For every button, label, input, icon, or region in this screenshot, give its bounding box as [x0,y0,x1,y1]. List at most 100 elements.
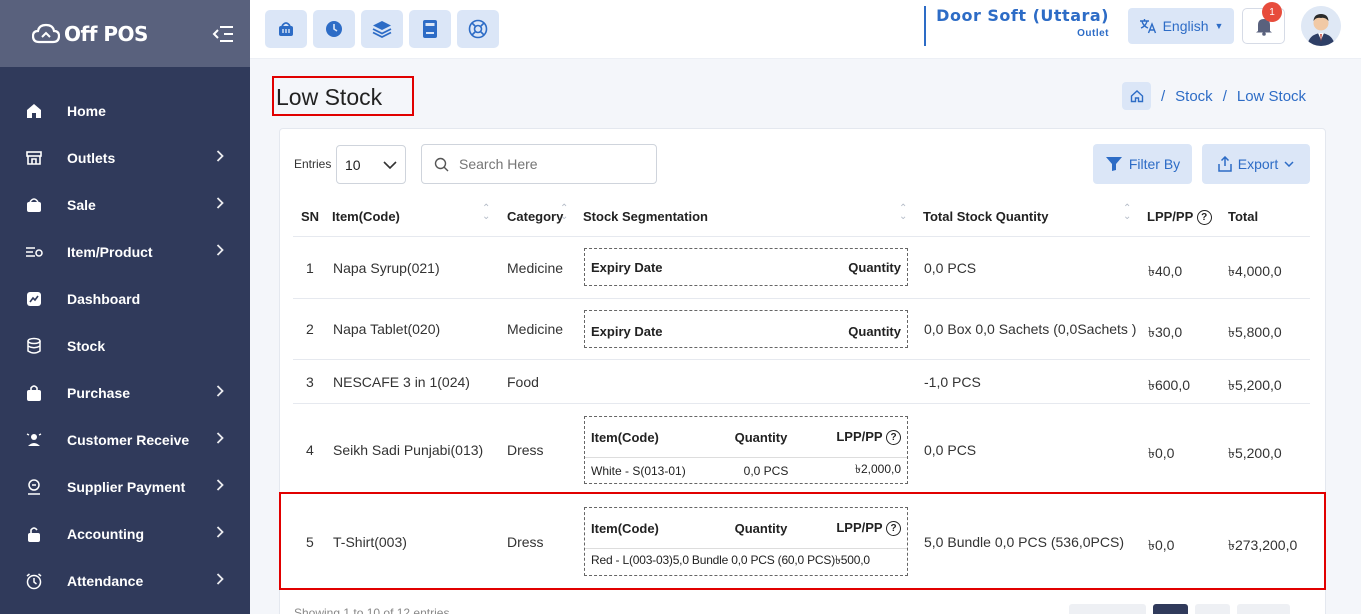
filter-label: Filter By [1128,156,1181,172]
language-dropdown[interactable]: English ▼ [1128,8,1234,44]
column-header-sn[interactable]: SN [301,209,319,224]
sidebar-item-home[interactable]: Home [0,87,250,134]
seg-header-quantity: Quantity [848,259,901,275]
brand-logo[interactable]: Off POS [32,22,148,46]
sidebar-item-supplier-payment[interactable]: Supplier Payment [0,463,250,510]
export-button[interactable]: Export [1202,144,1310,184]
history-quick-button[interactable] [313,10,355,48]
row-sn: 2 [306,321,314,337]
notification-button[interactable]: 1 [1242,2,1285,44]
row-sn: 3 [306,374,314,390]
column-header-lpp[interactable]: LPP/PP ? [1147,209,1212,226]
chevron-right-icon [216,385,224,400]
sidebar-item-label: Attendance [67,572,144,589]
sort-icon[interactable]: ⌃ ⌄ [1123,204,1131,222]
row-category: Food [507,374,539,390]
pagination-page-2[interactable] [1195,604,1230,614]
title-highlight-box [272,76,414,116]
basket-icon [279,22,293,36]
row-category: Dress [507,442,544,458]
column-header-item[interactable]: Item(Code) [332,209,400,224]
sidebar: Off POS Home Outlets Sale Item/Product Dashb… [0,0,250,614]
customer-icon [24,430,44,450]
sidebar-item-stock[interactable]: Stock [0,322,250,369]
chevron-down-icon [383,160,397,169]
row-lpp: ৳30,0 [1148,324,1183,340]
row-total: ৳5,200,0 [1228,445,1282,461]
sidebar-item-dashboard[interactable]: Dashboard [0,275,250,322]
pagination-previous[interactable] [1069,604,1146,614]
help-icon[interactable]: ? [1196,210,1212,226]
table-info: Showing 1 to 10 of 12 entries [294,606,450,614]
column-header-total[interactable]: Total [1228,209,1258,224]
row-divider [293,403,1310,404]
column-header-category[interactable]: Category [507,209,563,224]
logo-bar: Off POS [0,0,250,67]
clock-icon [326,21,342,37]
layers-icon [372,21,392,38]
chevron-right-icon [216,197,224,212]
sort-icon[interactable]: ⌃ ⌄ [482,204,490,222]
filter-button[interactable]: Filter By [1093,144,1192,184]
row-total: ৳5,200,0 [1228,377,1282,393]
sidebar-item-attendance[interactable]: Attendance [0,557,250,604]
outlet-type: Outlet [1077,28,1109,39]
row-sn: 1 [306,260,314,276]
seg-header-quantity: Quantity [848,323,901,339]
column-header-stock-segmentation[interactable]: Stock Segmentation [583,209,708,224]
sort-icon[interactable]: ⌃ ⌄ [899,204,907,222]
stock-segmentation-box: Expiry Date Quantity [584,248,908,286]
layers-quick-button[interactable] [361,10,403,48]
entries-select[interactable]: 10 [336,145,406,184]
stock-segmentation-box: Item(Code) Quantity LPP/PP ? White - S(0… [584,416,908,484]
sidebar-item-item-product[interactable]: Item/Product [0,228,250,275]
cloud-logo-icon [32,23,60,43]
row-total: ৳5,800,0 [1228,324,1282,340]
pagination-next[interactable] [1237,604,1290,614]
row-divider [293,236,1310,237]
chevron-right-icon [216,432,224,447]
outlet-selector[interactable]: Door Soft (Uttara) Outlet [924,6,1109,46]
pagination-page-1[interactable] [1153,604,1188,614]
sort-icon[interactable]: ⌃ ⌄ [560,204,568,222]
search-box[interactable] [421,144,657,184]
user-avatar[interactable] [1301,6,1341,46]
store-icon [24,148,44,168]
breadcrumb-low-stock: Low Stock [1236,87,1307,105]
row-item: Napa Tablet(020) [333,321,441,337]
outlet-name: Door Soft (Uttara) [936,6,1109,25]
sidebar-item-sale[interactable]: Sale [0,181,250,228]
sidebar-item-label: Home [67,102,106,119]
collapse-menu-icon[interactable] [212,25,234,43]
column-header-total-stock-quantity[interactable]: Total Stock Quantity [923,209,1048,224]
sidebar-item-label: Outlets [67,149,116,166]
help-icon[interactable]: ? [886,430,901,446]
row-item: NESCAFE 3 in 1(024) [333,374,470,390]
sidebar-item-customer-receive[interactable]: Customer Receive [0,416,250,463]
avatar-image [1301,6,1341,46]
stock-segmentation-box: Expiry Date Quantity [584,310,908,348]
support-quick-button[interactable] [457,10,499,48]
row-total-qty: 0,0 PCS [924,260,977,276]
chart-icon [24,289,44,309]
sidebar-item-accounting[interactable]: Accounting [0,510,250,557]
row-highlight-box [279,492,1326,590]
search-input[interactable] [459,156,639,172]
chevron-down-icon [1284,161,1294,167]
pos-quick-button[interactable] [265,10,307,48]
breadcrumb-stock[interactable]: Stock [1175,88,1213,105]
bag-icon [24,383,44,403]
seg-header-lpp-label: LPP/PP [836,428,883,444]
database-icon [24,336,44,356]
calculator-icon [423,20,437,38]
calculator-quick-button[interactable] [409,10,451,48]
row-lpp: ৳40,0 [1148,263,1183,279]
sidebar-item-purchase[interactable]: Purchase [0,369,250,416]
row-lpp: ৳600,0 [1148,377,1191,393]
sidebar-item-outlets[interactable]: Outlets [0,134,250,181]
row-sn: 4 [306,442,314,458]
seg-header-item: Item(Code) [591,429,659,445]
chevron-right-icon [216,479,224,494]
breadcrumb-home[interactable] [1122,82,1151,110]
sidebar-item-label: Supplier Payment [67,478,186,495]
